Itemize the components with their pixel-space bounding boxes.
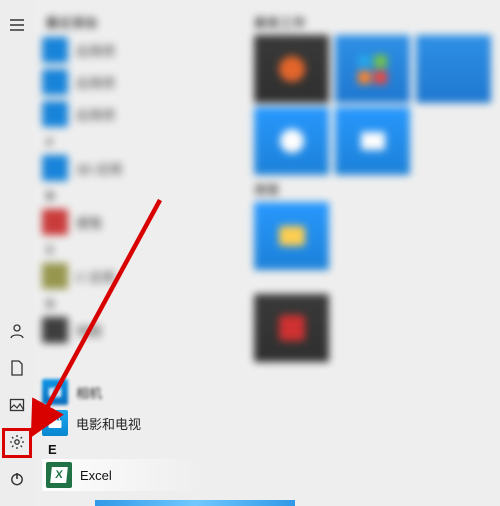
tile[interactable] [254,35,329,103]
power-icon [9,471,25,487]
tiles-header-productivity: 高效工作 [254,14,491,31]
app-label: Excel [80,468,112,483]
taskbar-fragment [0,500,500,506]
apps-letter-hash[interactable]: # [46,135,229,149]
app-item[interactable]: 便笺 [42,207,229,237]
tile[interactable] [254,107,329,175]
app-item[interactable]: 地图 [42,315,229,345]
documents-icon [9,360,25,376]
app-item[interactable]: 应用项 [42,35,229,65]
apps-list-focused: 相机 电影和电视 E X Excel [38,376,238,493]
apps-header-recent: 最近添加 [46,14,229,31]
camera-icon [42,379,68,405]
menu-icon [9,17,25,33]
pictures-icon [9,397,25,413]
app-item-camera[interactable]: 相机 [42,377,234,407]
power-button[interactable] [0,462,34,496]
app-item-excel[interactable]: X Excel [42,459,234,491]
app-item-movies-tv[interactable]: 电影和电视 [42,408,234,438]
documents-button[interactable] [0,351,34,385]
apps-letter-d[interactable]: D [46,297,229,311]
app-item[interactable]: 3D 应用 [42,153,229,183]
tiles-header-more [254,276,491,290]
settings-button[interactable] [0,425,34,459]
app-label: 电影和电视 [76,414,141,433]
movies-tv-icon [42,410,68,436]
apps-letter-b[interactable]: B [46,189,229,203]
start-rail [0,0,34,506]
app-item[interactable]: 应用项 [42,67,229,97]
app-label: 相机 [76,383,102,402]
app-item[interactable]: 应用项 [42,99,229,129]
excel-icon: X [46,462,72,488]
tile[interactable] [335,107,410,175]
app-item[interactable]: C 应用 [42,261,229,291]
tile-office[interactable] [335,35,410,103]
tiles-header-explore: 浏览 [254,181,491,198]
apps-letter-e[interactable]: E [48,442,238,457]
user-icon [9,323,25,339]
pictures-button[interactable] [0,388,34,422]
tile[interactable] [254,294,329,362]
user-button[interactable] [0,314,34,348]
apps-letter-c[interactable]: C [46,243,229,257]
live-tiles-blurred: 高效工作 浏览 [250,8,495,366]
settings-icon [9,434,25,450]
tile[interactable] [416,35,491,103]
hamburger-button[interactable] [0,8,34,42]
tile[interactable] [254,202,329,270]
